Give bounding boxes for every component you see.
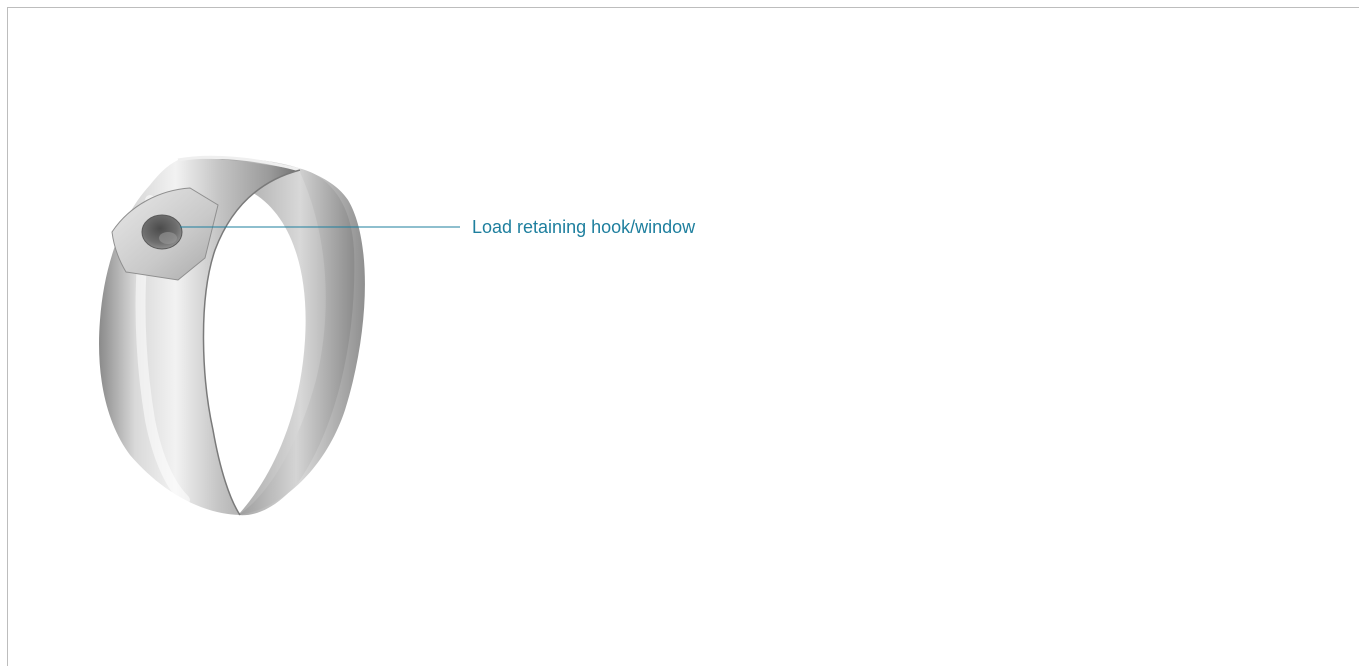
clamp-ring-illustration <box>99 155 460 516</box>
hook-window-highlight <box>159 232 177 244</box>
hook-window <box>141 214 183 250</box>
callout-label: Load retaining hook/window <box>472 217 696 237</box>
